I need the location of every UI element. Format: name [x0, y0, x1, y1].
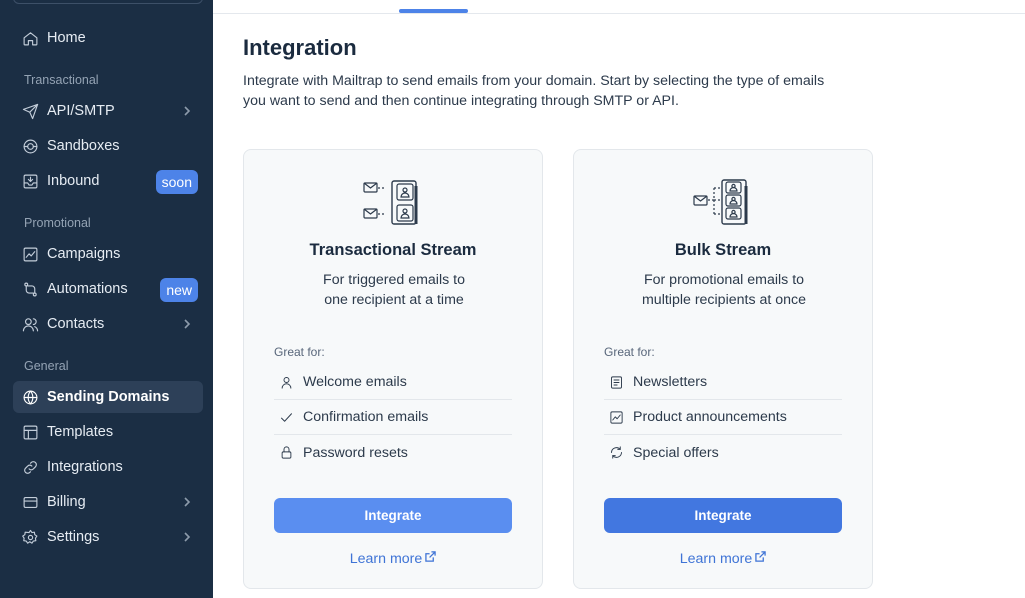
- section-label-general: General: [24, 359, 69, 373]
- soon-badge: soon: [155, 170, 198, 194]
- page-title: Integration: [243, 35, 357, 60]
- integrate-bulk-button[interactable]: Integrate: [604, 498, 842, 533]
- transactional-stream-card: Transactional Stream For triggered email…: [243, 149, 543, 589]
- learn-more-label: Learn more: [349, 551, 423, 567]
- feature-item: Password resets: [274, 435, 512, 470]
- sidebar-item-campaigns[interactable]: Campaigns: [13, 238, 203, 270]
- feature-label: Confirmation emails: [303, 409, 429, 425]
- sidebar-item-home[interactable]: Home: [13, 22, 203, 54]
- link-icon: [21, 458, 39, 476]
- section-label-transactional: Transactional: [24, 73, 99, 87]
- sidebar-search-box[interactable]: [13, 0, 203, 4]
- learn-more-link[interactable]: Learn more: [574, 550, 872, 567]
- learn-more-label: Learn more: [679, 551, 753, 567]
- top-tab-bar: [213, 0, 1025, 14]
- card-description-line: For triggered emails to: [323, 272, 465, 288]
- sidebar-item-label: Campaigns: [47, 246, 121, 262]
- user-icon: [277, 373, 295, 391]
- sidebar-item-label: Settings: [47, 529, 100, 545]
- transactional-stream-illustration: [363, 180, 418, 225]
- refresh-icon: [607, 444, 625, 462]
- sidebar-item-label: Home: [47, 30, 86, 46]
- gear-icon: [21, 528, 39, 546]
- feature-label: Newsletters: [633, 374, 708, 390]
- credit-card-icon: [21, 493, 39, 511]
- card-title: Bulk Stream: [674, 241, 772, 259]
- sidebar-item-label: API/SMTP: [47, 103, 115, 119]
- sidebar-item-label: Contacts: [47, 316, 105, 332]
- great-for-label: Great for:: [274, 345, 325, 359]
- card-title: Transactional Stream: [309, 241, 477, 259]
- external-link-icon: [425, 550, 437, 562]
- sidebar-item-label: Automations: [47, 281, 128, 297]
- great-for-label: Great for:: [604, 345, 655, 359]
- feature-item: Special offers: [604, 435, 842, 470]
- page-description: Integrate with Mailtrap to send emails f…: [243, 73, 825, 109]
- bulk-stream-illustration: [693, 179, 748, 225]
- contacts-icon: [21, 315, 39, 333]
- card-description-line: multiple recipients at once: [641, 292, 807, 308]
- external-link-icon: [755, 550, 767, 562]
- globe-icon: [21, 388, 39, 406]
- sidebar-item-label: Sandboxes: [47, 138, 120, 154]
- template-icon: [21, 423, 39, 441]
- active-tab-indicator: [399, 9, 468, 13]
- sidebar-item-settings[interactable]: Settings: [13, 521, 203, 553]
- feature-label: Password resets: [303, 444, 408, 461]
- sidebar-item-automations[interactable]: Automations new: [13, 273, 203, 305]
- sidebar-item-sandboxes[interactable]: Sandboxes: [13, 130, 203, 162]
- bulk-stream-card: Bulk Stream For promotional emails to mu…: [573, 149, 873, 589]
- sidebar-item-api-smtp[interactable]: API/SMTP: [13, 95, 203, 127]
- home-icon: [21, 29, 39, 47]
- sidebar-item-label: Templates: [47, 424, 114, 440]
- sidebar-item-label: Inbound: [47, 173, 100, 189]
- chart-up-icon: [607, 408, 625, 426]
- sidebar-item-sending-domains[interactable]: Sending Domains: [13, 381, 203, 413]
- sidebar-item-billing[interactable]: Billing: [13, 486, 203, 518]
- section-label-promotional: Promotional: [24, 216, 91, 230]
- card-description-line: For promotional emails to: [643, 272, 805, 288]
- feature-label: Special offers: [633, 444, 719, 461]
- feature-item: Product announcements: [604, 400, 842, 435]
- sidebar-item-templates[interactable]: Templates: [13, 416, 203, 448]
- new-badge: new: [160, 278, 198, 302]
- sidebar-item-integrations[interactable]: Integrations: [13, 451, 203, 483]
- feature-label: Welcome emails: [303, 374, 407, 390]
- card-description: For triggered emails to one recipient at…: [294, 270, 494, 310]
- feature-item: Newsletters: [604, 365, 842, 400]
- card-description: For promotional emails to multiple recip…: [624, 270, 824, 310]
- sidebar-item-contacts[interactable]: Contacts: [13, 308, 203, 340]
- sidebar-item-label: Sending Domains: [47, 389, 170, 405]
- newsletter-icon: [607, 373, 625, 391]
- sidebar-item-label: Billing: [47, 494, 86, 510]
- integrate-transactional-button[interactable]: Integrate: [274, 498, 512, 533]
- lock-icon: [277, 444, 295, 462]
- sidebar-item-inbound[interactable]: Inbound soon: [13, 165, 203, 197]
- sandbox-icon: [21, 137, 39, 155]
- chevron-right-icon: [181, 104, 193, 116]
- check-icon: [277, 408, 295, 426]
- send-icon: [21, 102, 39, 120]
- chart-line-icon: [21, 245, 39, 263]
- chevron-right-icon: [181, 317, 193, 329]
- chevron-right-icon: [181, 495, 193, 507]
- sidebar-item-label: Integrations: [47, 459, 123, 475]
- inbox-icon: [21, 172, 39, 190]
- feature-item: Welcome emails: [274, 365, 512, 400]
- learn-more-link[interactable]: Learn more: [244, 550, 542, 567]
- sidebar: Home Transactional API/SMTP Sandboxes In…: [0, 0, 213, 598]
- chevron-right-icon: [181, 530, 193, 542]
- card-description-line: one recipient at a time: [324, 292, 464, 308]
- feature-label: Product announcements: [633, 409, 787, 425]
- automation-icon: [21, 280, 39, 298]
- feature-item: Confirmation emails: [274, 400, 512, 435]
